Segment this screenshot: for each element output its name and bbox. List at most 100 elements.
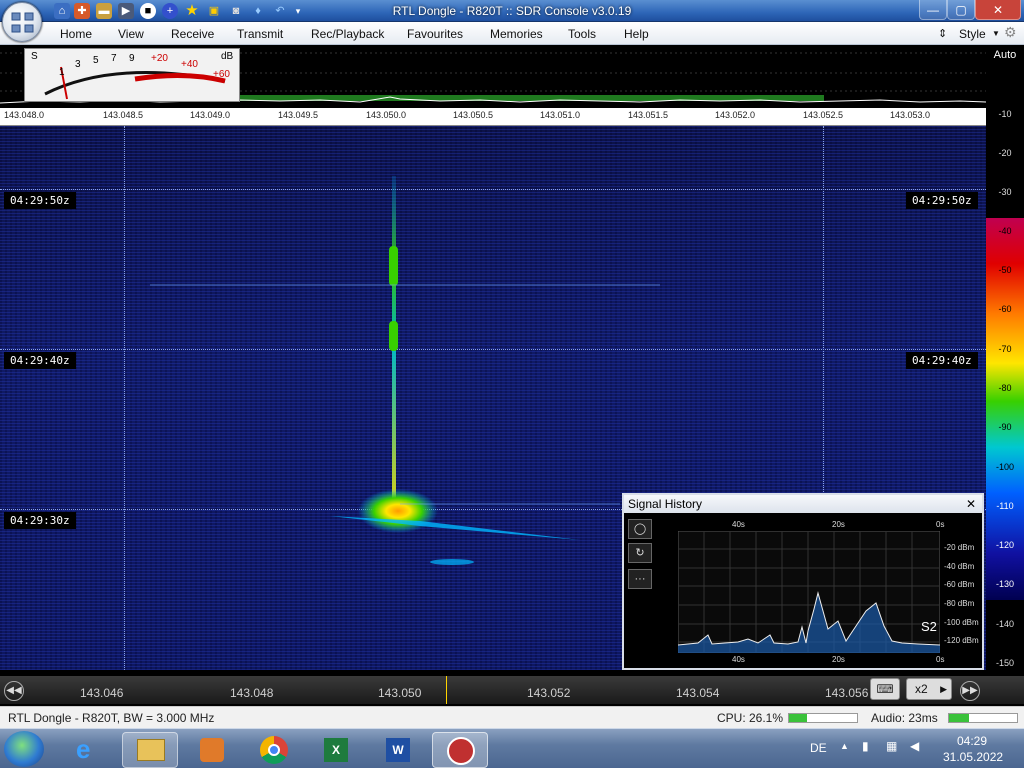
s-scale-9: 9 xyxy=(129,53,135,64)
keyboard-icon[interactable]: ⌨ xyxy=(870,678,900,700)
db-tick: -120 xyxy=(995,540,1014,550)
style-menu[interactable]: Style xyxy=(959,27,986,41)
clock-time[interactable]: 04:29 xyxy=(957,734,987,748)
tray-device-icon[interactable]: ▮ xyxy=(862,739,869,753)
time-tick: 40s xyxy=(732,520,745,529)
db-scale-40: +40 xyxy=(181,59,198,70)
explorer-icon[interactable] xyxy=(122,732,178,768)
style-icon[interactable]: ⇕ xyxy=(938,27,947,40)
time-label-left: 04:29:50z xyxy=(4,192,76,209)
chrome-icon[interactable] xyxy=(246,732,302,768)
star-icon[interactable]: ★ xyxy=(184,3,200,19)
rewind-button[interactable]: ◀◀ xyxy=(4,681,24,701)
dbm-label: -20 dBm xyxy=(944,543,975,552)
menu-help[interactable]: Help xyxy=(624,27,649,41)
dbm-label: -40 dBm xyxy=(944,562,975,571)
play-icon[interactable]: ▶ xyxy=(118,3,134,19)
frequency-scale[interactable]: 143.048.0 143.048.5 143.049.0 143.049.5 … xyxy=(0,108,986,126)
drop-icon[interactable]: ♦ xyxy=(250,3,266,19)
dbm-label: -60 dBm xyxy=(944,580,975,589)
reset-button[interactable]: ↻ xyxy=(628,543,652,563)
record-button[interactable]: ◯ xyxy=(628,519,652,539)
time-label-right: 04:29:50z xyxy=(906,192,978,209)
dropdown-icon[interactable]: ▾ xyxy=(290,3,306,19)
gear-icon[interactable]: ⚙ xyxy=(1004,24,1017,41)
menu-transmit[interactable]: Transmit xyxy=(237,27,283,41)
freq-tick: 143.050.0 xyxy=(366,110,407,120)
db-tick: -30 xyxy=(998,187,1012,197)
app-orb-button[interactable] xyxy=(2,2,42,42)
internet-explorer-icon[interactable]: e xyxy=(62,732,118,768)
menu-view[interactable]: View xyxy=(118,27,144,41)
menu-rec-playback[interactable]: Rec/Playback xyxy=(311,27,384,41)
s-scale-5: 5 xyxy=(93,55,99,66)
freq-label: 143.052 xyxy=(527,686,571,700)
start-button[interactable] xyxy=(4,731,44,767)
folder-icon[interactable]: ▬ xyxy=(96,3,112,19)
db-ticks: -10 -20 -30 -40 -50 -60 -70 -80 -90 -100… xyxy=(986,45,1024,670)
camera-icon[interactable]: ◙ xyxy=(228,3,244,19)
db-tick: -100 xyxy=(995,462,1014,472)
sdr-console-icon[interactable] xyxy=(432,732,488,768)
device-info: RTL Dongle - R820T, BW = 3.000 MHz xyxy=(8,711,215,725)
db-scale-60: +60 xyxy=(213,69,230,80)
audio-meter xyxy=(948,713,1018,723)
db-tick: -20 xyxy=(998,148,1012,158)
close-button[interactable]: ✕ xyxy=(975,0,1021,20)
tray-expand-icon[interactable]: ▲ xyxy=(840,741,849,751)
dbm-label: -120 dBm xyxy=(944,636,979,645)
lifebuoy-icon[interactable]: ✚ xyxy=(74,3,90,19)
language-indicator[interactable]: DE xyxy=(810,741,827,755)
maximize-button[interactable]: ▢ xyxy=(947,0,975,20)
menu-favourites[interactable]: Favourites xyxy=(407,27,463,41)
minimize-button[interactable]: — xyxy=(919,0,947,20)
tray-network-icon[interactable]: ▦ xyxy=(886,739,897,753)
freq-label: 143.046 xyxy=(80,686,124,700)
app-logo-icon xyxy=(11,12,34,33)
stop-icon[interactable]: ■ xyxy=(140,3,156,19)
time-tick: 0s xyxy=(936,520,945,529)
menu-memories[interactable]: Memories xyxy=(490,27,543,41)
s-scale-1: 1 xyxy=(59,67,65,78)
close-icon[interactable]: ✕ xyxy=(966,497,976,511)
db-tick: -70 xyxy=(998,344,1012,354)
db-tick: -60 xyxy=(998,304,1012,314)
lock-icon[interactable]: ▣ xyxy=(206,3,222,19)
db-scale-20: +20 xyxy=(151,53,168,64)
plus-icon[interactable]: + xyxy=(162,3,178,19)
media-player-icon[interactable] xyxy=(184,732,240,768)
signal-history-graph xyxy=(678,531,940,653)
tray-volume-icon[interactable]: ◀ xyxy=(910,739,919,753)
cpu-meter xyxy=(788,713,858,723)
more-button[interactable]: ··· xyxy=(628,569,652,589)
zoom-arrow-icon[interactable]: ▶ xyxy=(940,679,947,699)
word-icon[interactable]: W xyxy=(370,732,426,768)
menu-receive[interactable]: Receive xyxy=(171,27,214,41)
menu-tools[interactable]: Tools xyxy=(568,27,596,41)
zoom-value[interactable]: x2 xyxy=(915,682,928,696)
db-tick: -130 xyxy=(995,579,1014,589)
frequency-bar[interactable]: ◀◀ 143.046 143.048 143.050 143.052 143.0… xyxy=(0,676,1024,704)
db-tick: -150 xyxy=(995,658,1014,668)
excel-icon[interactable]: X xyxy=(308,732,364,768)
db-tick: -110 xyxy=(996,501,1014,511)
freq-tick: 143.049.0 xyxy=(190,110,231,120)
clock-date[interactable]: 31.05.2022 xyxy=(943,750,1003,764)
signal-history-title: Signal History xyxy=(628,497,703,511)
time-tick: 40s xyxy=(732,655,745,664)
menu-home[interactable]: Home xyxy=(60,27,92,41)
signal-history-panel: Signal History ✕ ◯ ↻ ··· 40s 20s 0s 40s … xyxy=(622,493,984,670)
home-icon[interactable]: ⌂ xyxy=(54,3,70,19)
forward-button[interactable]: ▶▶ xyxy=(960,681,980,701)
chevron-down-icon[interactable]: ▼ xyxy=(992,29,1000,38)
time-tick: 20s xyxy=(832,520,845,529)
dbm-label: -100 dBm xyxy=(944,618,979,627)
db-label: dB xyxy=(221,51,234,62)
status-bar: RTL Dongle - R820T, BW = 3.000 MHz CPU: … xyxy=(0,706,1024,728)
undo-icon[interactable]: ↶ xyxy=(272,3,288,19)
db-tick: -80 xyxy=(998,383,1012,393)
s-scale-3: 3 xyxy=(75,59,81,70)
db-tick: -10 xyxy=(998,109,1012,119)
freq-tick: 143.053.0 xyxy=(890,110,931,120)
db-tick: -140 xyxy=(995,619,1014,629)
